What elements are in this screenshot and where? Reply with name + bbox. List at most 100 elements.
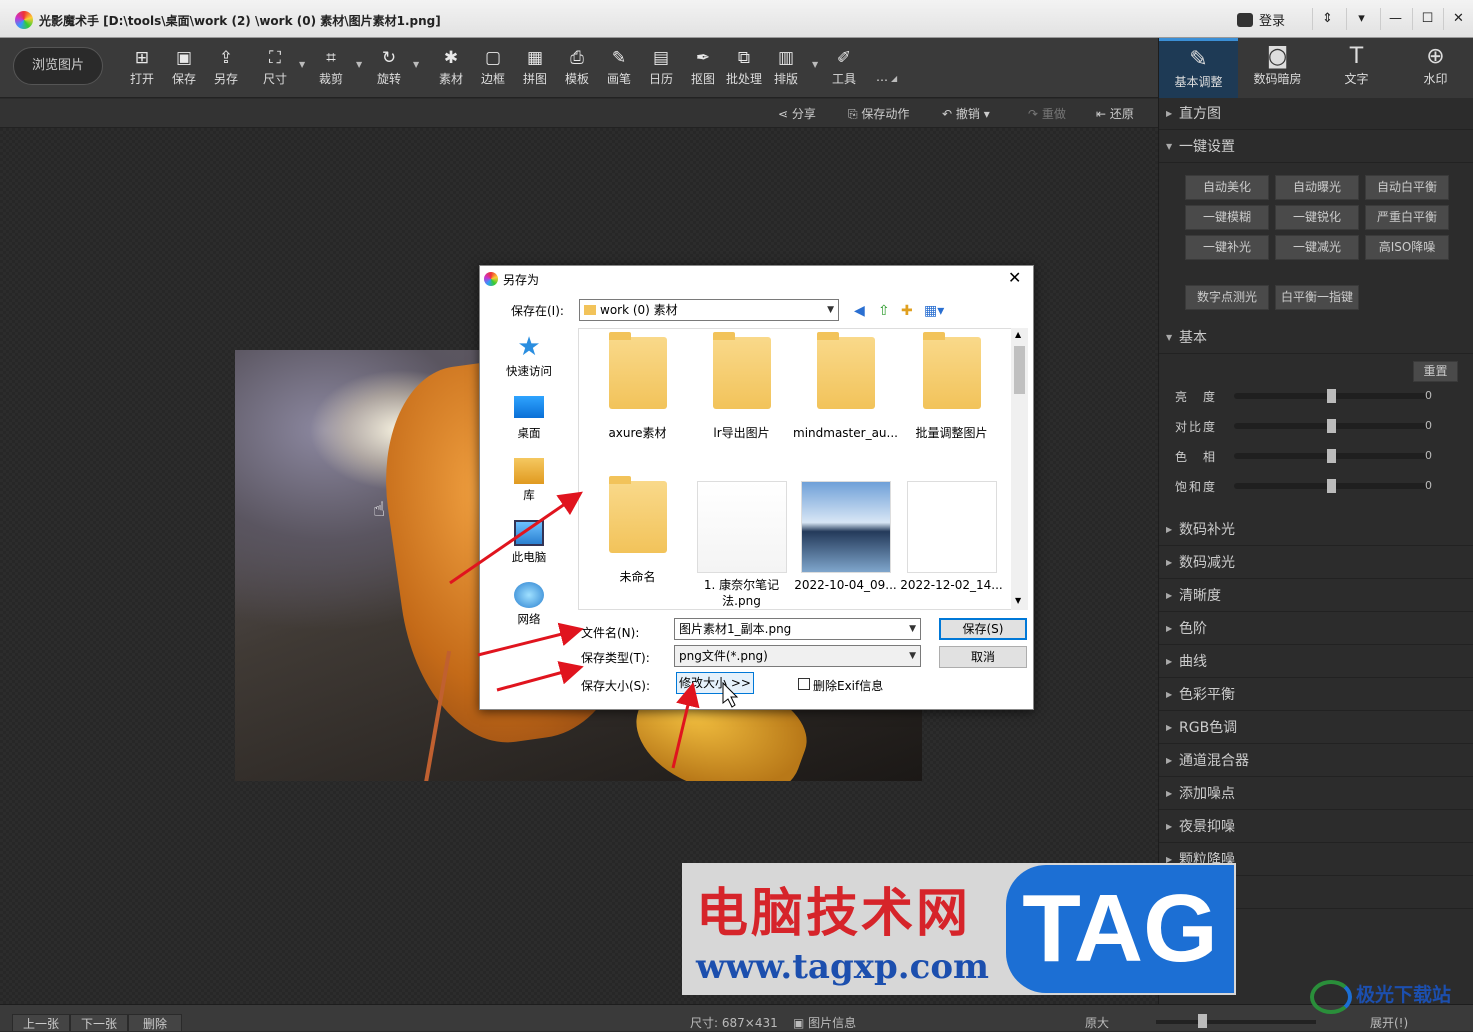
filename-input[interactable]: 图片素材1_副本.png ▼ [674, 618, 921, 640]
tool-15[interactable]: ✐ 工具 [823, 48, 865, 87]
view-menu-icon[interactable]: ▦▾ [924, 303, 944, 319]
slider-knob[interactable] [1327, 389, 1336, 403]
file-item[interactable]: lr导出图片 [689, 332, 794, 441]
undo-button[interactable]: ↶ 撤销 ▾ [942, 105, 990, 122]
place-library[interactable]: 库 [481, 458, 577, 503]
section-item[interactable]: ▶ 色彩平衡 [1159, 679, 1473, 711]
scroll-down-icon[interactable]: ▼ [1015, 596, 1021, 605]
tool-7[interactable]: ▢ 边框 [472, 48, 514, 87]
scroll-thumb[interactable] [1014, 346, 1025, 394]
tool-8[interactable]: ▦ 拼图 [514, 48, 556, 87]
close-button[interactable]: ✕ [1443, 8, 1473, 30]
auto-button[interactable]: 一键补光 [1185, 235, 1269, 260]
section-item[interactable]: ▶ 通道混合器 [1159, 745, 1473, 777]
slider-knob[interactable] [1327, 479, 1336, 493]
file-item[interactable]: 批量调整图片 [899, 332, 1004, 441]
auto-button[interactable]: 高ISO降噪 [1365, 235, 1449, 260]
next-image-button[interactable]: 下一张 [70, 1014, 128, 1032]
tool-0[interactable]: ⊞ 打开 [121, 48, 163, 87]
auto-button[interactable]: 一键减光 [1275, 235, 1359, 260]
auto-button[interactable]: 自动白平衡 [1365, 175, 1449, 200]
size-dropdown-icon[interactable]: ▼ [299, 60, 305, 69]
rotate-dropdown-icon[interactable]: ▼ [413, 60, 419, 69]
login-button[interactable]: 登录 [1237, 10, 1307, 30]
slider-knob[interactable] [1327, 449, 1336, 463]
more-expand-icon[interactable]: ◢ [891, 74, 897, 83]
minimize-button[interactable]: — [1380, 8, 1410, 30]
tool-11[interactable]: ▤ 日历 [640, 48, 682, 87]
zoom-knob[interactable] [1198, 1014, 1207, 1028]
save-button[interactable]: 保存(S) [939, 618, 1027, 640]
save-type-select[interactable]: png文件(*.png) ▼ [674, 645, 921, 667]
share-button[interactable]: ⋖ 分享 [778, 105, 816, 122]
exif-checkbox[interactable] [798, 678, 810, 690]
section-item[interactable]: ▶ 数码补光 [1159, 514, 1473, 546]
section-histogram[interactable]: ▶ 直方图 [1159, 98, 1473, 130]
section-item[interactable]: ▶ 曲线 [1159, 646, 1473, 678]
up-folder-icon[interactable]: ⇧ [878, 303, 890, 319]
resize-button[interactable]: 修改大小 >> [676, 672, 754, 694]
save-action-button[interactable]: ⎘ 保存动作 [848, 105, 909, 122]
tool-5[interactable]: ↻ 旋转 [368, 48, 410, 87]
reset-button[interactable]: 重置 [1413, 361, 1458, 382]
section-item[interactable]: ▶ 清晰度 [1159, 580, 1473, 612]
place-this-pc[interactable]: 此电脑 [481, 520, 577, 565]
place-quick-access[interactable]: ★ 快速访问 [481, 334, 577, 379]
section-item[interactable]: ▶ 添加噪点 [1159, 778, 1473, 810]
file-item[interactable]: 未命名 [585, 476, 690, 585]
file-item[interactable]: 2022-12-02_14... [899, 481, 1004, 593]
tool-4[interactable]: ⌗ 裁剪 [310, 48, 352, 87]
prev-image-button[interactable]: 上一张 [12, 1014, 70, 1032]
section-basic[interactable]: ▼ 基本 [1159, 322, 1473, 354]
section-item[interactable]: ▶ 夜景抑噪 [1159, 811, 1473, 843]
restore-button[interactable]: ⇤ 还原 [1096, 105, 1134, 122]
file-item[interactable]: 2022-10-04_09... [793, 481, 898, 593]
image-info-button[interactable]: ▣ 图片信息 [793, 1014, 856, 1031]
panel-tab-2[interactable]: T 文字 [1317, 38, 1396, 98]
browse-images-button[interactable]: 浏览图片 [13, 47, 103, 85]
tool-12[interactable]: ✒ 抠图 [682, 48, 724, 87]
tool-1[interactable]: ▣ 保存 [163, 48, 205, 87]
auto-button[interactable]: 自动曝光 [1275, 175, 1359, 200]
slider-knob[interactable] [1327, 419, 1336, 433]
file-item[interactable]: axure素材 [585, 332, 690, 441]
layout-dropdown-icon[interactable]: ▼ [812, 60, 818, 69]
auto-button[interactable]: 白平衡一指键 [1275, 285, 1359, 310]
auto-button[interactable]: 一键模糊 [1185, 205, 1269, 230]
place-desktop[interactable]: 桌面 [481, 396, 577, 441]
menu-button[interactable]: ▾ [1346, 8, 1376, 30]
tool-6[interactable]: ✱ 素材 [430, 48, 472, 87]
tool-3[interactable]: ⛶ 尺寸 [254, 48, 296, 87]
section-item[interactable]: ▶ 色阶 [1159, 613, 1473, 645]
auto-button[interactable]: 一键锐化 [1275, 205, 1359, 230]
panel-tab-1[interactable]: ◙ 数码暗房 [1238, 38, 1317, 98]
tool-10[interactable]: ✎ 画笔 [598, 48, 640, 87]
crop-dropdown-icon[interactable]: ▼ [356, 60, 362, 69]
maximize-button[interactable]: ☐ [1412, 8, 1442, 30]
tool-13[interactable]: ⧉ 批处理 [723, 48, 765, 87]
file-item[interactable]: mindmaster_au... [793, 332, 898, 441]
tool-9[interactable]: ⎙ 模板 [556, 48, 598, 87]
cancel-button[interactable]: 取消 [939, 646, 1027, 668]
auto-button[interactable]: 自动美化 [1185, 175, 1269, 200]
auto-button[interactable]: 严重白平衡 [1365, 205, 1449, 230]
section-item[interactable]: ▶ RGB色调 [1159, 712, 1473, 744]
file-list-scrollbar[interactable]: ▲ ▼ [1011, 328, 1028, 610]
tool-14[interactable]: ▥ 排版 [765, 48, 807, 87]
dialog-close-icon[interactable]: ✕ [1008, 268, 1021, 287]
section-item[interactable]: ▶ 数码减光 [1159, 547, 1473, 579]
skin-button[interactable]: ⇕ [1312, 8, 1342, 30]
panel-tab-3[interactable]: ⊕ 水印 [1396, 38, 1473, 98]
tool-2[interactable]: ⇪ 另存 [205, 48, 247, 87]
panel-tab-0[interactable]: ✎ 基本调整 [1159, 38, 1238, 98]
redo-button[interactable]: ↷ 重做 [1028, 105, 1066, 122]
delete-button[interactable]: 删除 [128, 1014, 182, 1032]
auto-button[interactable]: 数字点测光 [1185, 285, 1269, 310]
back-icon[interactable]: ◀ [854, 303, 865, 319]
file-item[interactable]: 1. 康奈尔笔记法.png [689, 481, 794, 609]
zoom-slider[interactable] [1156, 1020, 1316, 1024]
original-size-button[interactable]: 原大 [1085, 1014, 1109, 1031]
section-oneclick[interactable]: ▼ 一键设置 [1159, 131, 1473, 163]
place-network[interactable]: 网络 [481, 582, 577, 627]
scroll-up-icon[interactable]: ▲ [1015, 330, 1021, 339]
